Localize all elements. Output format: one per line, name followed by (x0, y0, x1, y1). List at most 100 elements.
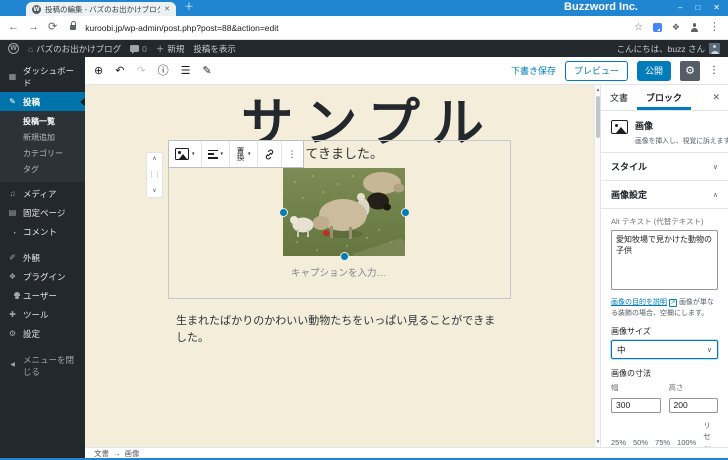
replace-button[interactable]: 置換 ▾ (230, 141, 258, 167)
maximize-icon[interactable]: □ (695, 3, 700, 12)
sidebar-item-dashboard[interactable]: ▦ ダッシュボード (0, 61, 85, 92)
panel-close-icon[interactable]: ✕ (704, 85, 728, 110)
editor-more-icon[interactable]: ⋮ (709, 65, 719, 76)
submenu-item-categories[interactable]: カテゴリー (0, 145, 85, 161)
section-style[interactable]: スタイル ∨ (601, 153, 728, 181)
tab-close-icon[interactable]: ✕ (164, 5, 170, 13)
url-text[interactable]: kuroobi.jp/wp-admin/post.php?post=88&act… (85, 23, 278, 33)
admin-bar-view-post[interactable]: 投稿を表示 (193, 43, 236, 55)
back-icon[interactable]: ← (8, 22, 19, 33)
size-25-button[interactable]: 25% (611, 438, 626, 447)
chevron-down-icon: ▾ (220, 151, 224, 157)
caption-placeholder[interactable]: キャプションを入力… (168, 265, 509, 279)
dashboard-icon: ▦ (8, 72, 17, 81)
sidebar-item-users[interactable]: ユーザー (0, 286, 85, 305)
minimize-icon[interactable]: – (678, 3, 682, 12)
move-down-icon[interactable]: ∨ (152, 188, 156, 194)
forward-icon[interactable]: → (28, 22, 39, 33)
redo-icon[interactable]: ↷ (136, 65, 145, 77)
resize-handle-right[interactable] (401, 208, 410, 217)
paragraph-text[interactable]: 生まれたばかりのかわいい動物たちをいっぱい見ることができました。 (176, 313, 506, 346)
admin-bar-site[interactable]: ⌂ バズのお出かけブログ (28, 43, 121, 55)
block-mover[interactable]: ∧ ⋮⋮ ∨ (146, 152, 163, 198)
info-icon[interactable]: ⓘ (158, 65, 169, 77)
block-more-button[interactable]: ⋮ (282, 141, 303, 167)
sidebar-item-comments[interactable]: コメント (0, 222, 85, 241)
align-button[interactable]: ▾ (202, 141, 231, 167)
image-size-label: 画像サイズ (611, 327, 651, 336)
image-size-select[interactable]: 中 ∨ (611, 340, 718, 359)
drag-handle-icon[interactable]: ⋮⋮ (149, 172, 161, 178)
edit-mode-icon[interactable]: ✎ (203, 65, 212, 77)
avatar[interactable] (709, 43, 720, 54)
close-icon[interactable]: ✕ (713, 3, 720, 12)
tab-document[interactable]: 文書 (601, 85, 637, 110)
screenshot-extension-icon[interactable] (652, 23, 662, 32)
wp-admin-sidebar: ▦ ダッシュボード ✎ 投稿 投稿一覧 新規追加 カテゴリー タグ ♫ メディア… (0, 57, 85, 458)
admin-bar-comments[interactable]: 0 (130, 44, 147, 54)
block-card: 画像 画像を挿入し、視覚に訴えます。 (601, 111, 728, 153)
size-75-button[interactable]: 75% (655, 438, 670, 447)
sidebar-item-pages[interactable]: ▤ 固定ページ (0, 203, 85, 222)
move-up-icon[interactable]: ∧ (152, 156, 156, 162)
settings-gear-button[interactable]: ⚙ (680, 60, 700, 81)
profile-icon[interactable] (690, 23, 699, 32)
submenu-item-add-new[interactable]: 新規追加 (0, 129, 85, 145)
size-50-button[interactable]: 50% (633, 438, 648, 447)
link-button[interactable] (258, 141, 282, 167)
block-card-description: 画像を挿入し、視覚に訴えます。 (635, 138, 728, 145)
breadcrumb-image[interactable]: 画像 (125, 448, 140, 459)
resize-handle-bottom[interactable] (340, 252, 349, 261)
star-icon[interactable]: ☆ (634, 22, 643, 33)
extensions-icon[interactable]: ❖ (672, 22, 680, 33)
image-block-icon (175, 148, 189, 160)
link-icon (265, 149, 273, 159)
reload-icon[interactable]: ⟳ (48, 22, 57, 33)
undo-icon[interactable]: ↶ (115, 65, 124, 77)
breadcrumb-document[interactable]: 文書 (94, 448, 109, 459)
sidebar-item-settings[interactable]: ⚙ 設定 (0, 324, 85, 343)
size-100-button[interactable]: 100% (677, 438, 696, 447)
publish-button[interactable]: 公開 (636, 60, 671, 81)
alt-help-text: 画像の目的を説明 ↗ 画像が単なる装飾の場合、空欄にします。 (611, 299, 714, 317)
sidebar-item-posts[interactable]: ✎ 投稿 (0, 92, 85, 111)
new-tab-button[interactable]: ＋ (184, 3, 194, 13)
breadcrumb-separator: → (113, 448, 121, 458)
image-dims-label: 画像の寸法 (611, 369, 651, 378)
save-draft-button[interactable]: 下書き保存 (511, 64, 556, 77)
block-switcher-button[interactable]: ▾ (169, 141, 202, 167)
panel-tabs: 文書 ブロック ✕ (601, 85, 728, 111)
media-icon: ♫ (9, 189, 16, 198)
submenu-item-tags[interactable]: タグ (0, 161, 85, 177)
sidebar-item-tools[interactable]: ✚ ツール (0, 305, 85, 324)
image-settings-body: Alt テキスト (代替テキスト) 愛知牧場で見かけた動物の子供 画像の目的を説… (601, 209, 728, 447)
footer-breadcrumb-bar: 文書 → 画像 (85, 447, 728, 458)
width-input[interactable] (611, 397, 661, 413)
sidebar-item-media[interactable]: ♫ メディア (0, 184, 85, 203)
window-title: Buzzword Inc. (564, 1, 638, 13)
block-card-title: 画像 (635, 121, 654, 131)
greeting-text[interactable]: こんにちは、buzz さん (617, 43, 705, 55)
list-view-icon[interactable]: ☰ (181, 65, 191, 77)
collapse-menu-button[interactable]: ◀ メニューを閉じる (0, 350, 85, 381)
section-image-settings[interactable]: 画像設定 ∧ (601, 181, 728, 209)
post-image[interactable] (283, 168, 405, 256)
pages-icon: ▤ (8, 208, 17, 217)
sidebar-item-plugins[interactable]: ❖ プラグイン (0, 267, 85, 286)
preview-button[interactable]: プレビュー (564, 60, 628, 81)
browser-menu-icon[interactable]: ⋮ (709, 22, 720, 33)
reset-button[interactable]: リセット (703, 420, 718, 447)
browser-tab[interactable]: W 投稿の編集 - バズのお出かけブログ - ✕ (26, 2, 176, 16)
resize-handle-left[interactable] (279, 208, 288, 217)
sidebar-item-appearance[interactable]: ✐ 外観 (0, 248, 85, 267)
alt-help-link[interactable]: 画像の目的を説明 (611, 299, 667, 306)
add-block-icon[interactable]: ⊕ (94, 65, 103, 77)
tools-icon: ✚ (9, 310, 16, 319)
submenu-item-all-posts[interactable]: 投稿一覧 (0, 113, 85, 129)
site-name: バズのお出かけブログ (36, 43, 122, 54)
wordpress-logo-icon[interactable]: W (8, 43, 19, 54)
admin-bar-new[interactable]: ＋ 新規 (156, 43, 185, 55)
tab-block[interactable]: ブロック (637, 85, 691, 110)
alt-text-input[interactable]: 愛知牧場で見かけた動物の子供 (611, 230, 718, 290)
height-input[interactable] (668, 397, 718, 413)
